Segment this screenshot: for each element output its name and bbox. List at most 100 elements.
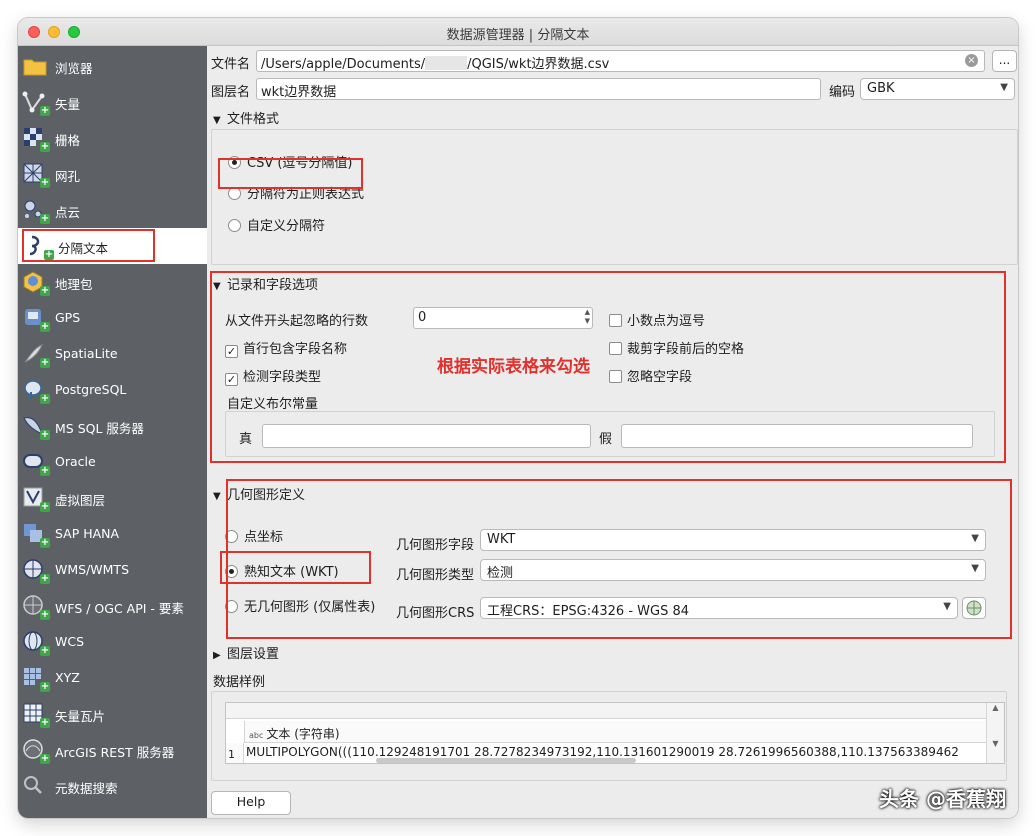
wms-icon: + xyxy=(22,558,50,584)
vector-icon: + xyxy=(22,90,50,116)
sidebar-item-label: 矢量瓦片 xyxy=(55,709,106,724)
sidebar-item-label: 浏览器 xyxy=(55,61,93,76)
sidebar-item-label: SAP HANA xyxy=(55,526,120,541)
geopackage-icon: + xyxy=(22,270,50,296)
chevron-down-icon: ▼ xyxy=(1000,82,1008,93)
oracle-icon: + xyxy=(22,450,50,476)
browse-button[interactable]: ... xyxy=(992,50,1017,72)
sidebar-item-spatialite[interactable]: + SpatiaLite xyxy=(18,336,207,372)
watermark-text: 头条 @香蕉翔 xyxy=(879,787,1006,811)
file-path-field[interactable]: /Users/apple/Documents/ /QGIS/wkt边界数据.csv… xyxy=(256,50,985,72)
collapse-icon: ▼ xyxy=(213,491,221,502)
sidebar-item-virtual-layer[interactable]: + 虚拟图层 xyxy=(18,480,207,516)
source-sidebar: 浏览器 + 矢量 + 栅格 + 网孔 + 点云 + 分隔文本 + 地理包 + G… xyxy=(18,46,207,818)
folder-icon xyxy=(22,54,48,78)
sidebar-item-label: 元数据搜索 xyxy=(55,781,118,796)
encoding-label: 编码 xyxy=(829,85,856,100)
virtual-layer-icon: + xyxy=(22,486,50,512)
sidebar-item-vector[interactable]: + 矢量 xyxy=(18,84,207,120)
clear-icon[interactable]: × xyxy=(965,54,978,67)
search-icon xyxy=(22,774,48,798)
layer-name-field[interactable]: wkt边界数据 xyxy=(256,78,821,100)
sidebar-item-point-cloud[interactable]: + 点云 xyxy=(18,192,207,228)
sidebar-item-label: 地理包 xyxy=(55,277,93,292)
sidebar-item-arcgis-rest[interactable]: + ArcGIS REST 服务器 xyxy=(18,732,207,768)
sidebar-item-label: MS SQL 服务器 xyxy=(55,421,144,436)
column-header[interactable]: abc 文本 (字符串) xyxy=(244,721,986,743)
format-regex-label: 分隔符为正则表达式 xyxy=(247,187,365,202)
file-path-end: /QGIS/wkt边界数据.csv xyxy=(467,57,610,72)
sidebar-item-oracle[interactable]: + Oracle xyxy=(18,444,207,480)
mssql-icon: + xyxy=(22,414,50,440)
horizontal-scrollbar[interactable] xyxy=(376,758,636,763)
sidebar-item-wms[interactable]: + WMS/WMTS xyxy=(18,552,207,588)
sidebar-item-metadata-search[interactable]: 元数据搜索 xyxy=(18,768,207,804)
highlight-csv-option xyxy=(218,158,363,189)
wfs-icon: + xyxy=(22,594,50,620)
sidebar-item-raster[interactable]: + 栅格 xyxy=(18,120,207,156)
gps-icon: + xyxy=(22,306,50,332)
sample-data-table[interactable]: ▲ ▼ abc 文本 (字符串) 1 MULTIPOLYGON(((110.1292… xyxy=(225,702,1005,764)
file-format-group: CSV (逗号分隔值) 分隔符为正则表达式 自定义分隔符 xyxy=(211,129,1018,265)
sidebar-item-wcs[interactable]: + WCS xyxy=(18,624,207,660)
vertical-scrollbar[interactable]: ▲ ▼ xyxy=(986,703,1004,763)
format-custom-label: 自定义分隔符 xyxy=(247,219,326,234)
sidebar-item-label: XYZ xyxy=(55,670,80,685)
sidebar-item-label: WCS xyxy=(55,634,85,649)
table-top-bar xyxy=(226,703,986,719)
spatialite-icon: + xyxy=(22,342,50,368)
column-header-label: 文本 (字符串) xyxy=(266,727,340,741)
highlight-records-section xyxy=(210,271,1006,463)
raster-icon: + xyxy=(22,126,50,152)
layer-name-label: 图层名 xyxy=(211,85,251,100)
sidebar-item-label: 点云 xyxy=(55,205,81,220)
sidebar-item-label: ArcGIS REST 服务器 xyxy=(55,745,175,760)
sidebar-item-label: PostgreSQL xyxy=(55,382,127,397)
blurred-path-segment xyxy=(425,56,468,70)
file-path-start: /Users/apple/Documents/ xyxy=(261,57,426,72)
delimited-text-panel: 文件名 /Users/apple/Documents/ /QGIS/wkt边界数据… xyxy=(207,46,1018,818)
sap-hana-icon: + xyxy=(22,522,50,548)
sidebar-item-mesh[interactable]: + 网孔 xyxy=(18,156,207,192)
sidebar-item-label: 网孔 xyxy=(55,169,81,184)
sidebar-item-postgresql[interactable]: + PostgreSQL xyxy=(18,372,207,408)
data-source-manager-window: 数据源管理器 | 分隔文本 浏览器 + 矢量 + 栅格 + 网孔 + 点云 + … xyxy=(18,18,1018,818)
point-cloud-icon: + xyxy=(22,198,50,224)
file-name-label: 文件名 xyxy=(211,57,251,72)
xyz-icon: + xyxy=(22,666,50,692)
layer-settings-title: 图层设置 xyxy=(227,647,280,662)
postgresql-icon: + xyxy=(22,378,50,404)
radio-icon xyxy=(228,219,241,232)
mesh-icon: + xyxy=(22,162,50,188)
encoding-select[interactable]: GBK ▼ xyxy=(860,78,1015,100)
sidebar-item-gps[interactable]: + GPS xyxy=(18,300,207,336)
title-bar: 数据源管理器 | 分隔文本 xyxy=(18,18,1018,46)
sidebar-item-wfs[interactable]: + WFS / OGC API - 要素 xyxy=(18,588,207,624)
sidebar-item-label: 栅格 xyxy=(55,133,81,148)
sidebar-item-label: 矢量 xyxy=(55,97,81,112)
sidebar-item-mssql[interactable]: + MS SQL 服务器 xyxy=(18,408,207,444)
file-format-title: 文件格式 xyxy=(227,112,280,127)
sample-data-label: 数据样例 xyxy=(213,675,266,690)
vector-tile-icon: + xyxy=(22,702,50,728)
sidebar-item-sap-hana[interactable]: + SAP HANA xyxy=(18,516,207,552)
sidebar-item-xyz[interactable]: + XYZ xyxy=(18,660,207,696)
help-button[interactable]: Help xyxy=(211,791,291,815)
highlight-geometry-section xyxy=(226,479,1012,639)
format-custom-radio[interactable]: 自定义分隔符 xyxy=(228,215,325,234)
sidebar-item-label: SpatiaLite xyxy=(55,346,118,361)
sidebar-item-label: WFS / OGC API - 要素 xyxy=(55,601,184,616)
sidebar-item-label: Oracle xyxy=(55,454,96,469)
wcs-icon: + xyxy=(22,630,50,656)
sidebar-item-geopackage[interactable]: + 地理包 xyxy=(18,264,207,300)
expand-icon: ▶ xyxy=(213,650,221,661)
file-format-header[interactable]: ▼ 文件格式 xyxy=(213,108,279,127)
layer-settings-header[interactable]: ▶ 图层设置 xyxy=(213,643,279,662)
window-title: 数据源管理器 | 分隔文本 xyxy=(446,28,590,43)
sidebar-item-vector-tile[interactable]: + 矢量瓦片 xyxy=(18,696,207,732)
sidebar-item-label: GPS xyxy=(55,310,81,325)
sidebar-item-label: WMS/WMTS xyxy=(55,562,130,577)
arcgis-icon: + xyxy=(22,738,50,764)
sidebar-item-browser[interactable]: 浏览器 xyxy=(18,48,207,84)
sidebar-item-label: 虚拟图层 xyxy=(55,493,106,508)
